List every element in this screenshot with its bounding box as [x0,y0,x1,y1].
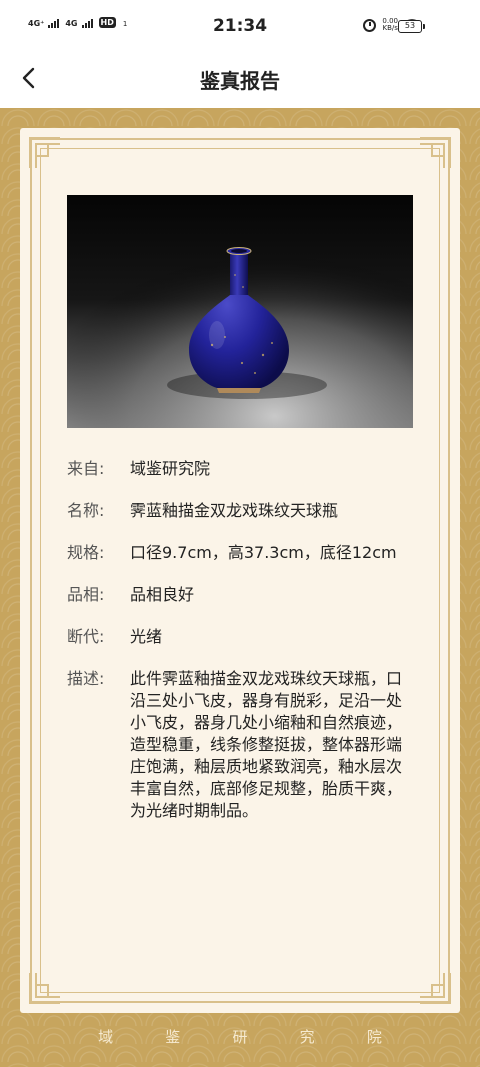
label-spec: 规格: [67,543,105,562]
info-row-condition: 品相: 品相良好 [67,584,417,606]
label-description: 描述: [67,669,105,688]
vase-image [67,195,413,428]
footer-char: 研 [232,1028,248,1046]
certificate-background: 来自: 域鉴研究院 名称: 霁蓝釉描金双龙戏珠纹天球瓶 规格: 口径9.7cm，… [0,108,480,1067]
nav-bar: 鉴真报告 [0,56,480,108]
value-source: 域鉴研究院 [130,459,211,478]
info-row-source: 来自: 域鉴研究院 [67,458,417,480]
corner-ornament-icon [420,973,451,1004]
value-name: 霁蓝釉描金双龙戏珠纹天球瓶 [130,501,339,520]
label-condition: 品相: [67,585,105,604]
footer-char: 域 [98,1028,114,1046]
report-info: 来自: 域鉴研究院 名称: 霁蓝釉描金双龙戏珠纹天球瓶 规格: 口径9.7cm，… [67,458,417,842]
info-row-name: 名称: 霁蓝釉描金双龙戏珠纹天球瓶 [67,500,417,522]
info-row-dating: 断代: 光绪 [67,626,417,648]
footer-char: 院 [366,1028,382,1046]
label-name: 名称: [67,501,105,520]
label-source: 来自: [67,459,105,478]
certificate-card: 来自: 域鉴研究院 名称: 霁蓝釉描金双龙戏珠纹天球瓶 规格: 口径9.7cm，… [20,128,460,1013]
value-spec: 口径9.7cm，高37.3cm，底径12cm [130,543,397,562]
footer-char: 鉴 [165,1028,181,1046]
vase-photo[interactable] [67,195,413,428]
label-dating: 断代: [67,627,105,646]
info-row-spec: 规格: 口径9.7cm，高37.3cm，底径12cm [67,542,417,564]
info-row-description: 描述: 此件霁蓝釉描金双龙戏珠纹天球瓶，口沿三处小飞皮，器身有脱彩，足沿一处小飞… [67,668,417,822]
corner-ornament-icon [29,137,60,168]
status-bar: 4G⁺ 4G HD 1 21:34 0.00 KB/s 53 [0,0,480,56]
net-speed: 0.00 KB/s [382,18,398,32]
net-speed-unit: KB/s [382,24,398,32]
page-title: 鉴真报告 [200,69,280,93]
battery-icon: 53 [398,20,425,33]
footer-char: 究 [299,1028,315,1046]
alarm-icon [363,18,377,32]
value-condition: 品相良好 [130,585,195,604]
footer-brand: 域 鉴 研 究 院 [0,1026,480,1047]
value-description: 此件霁蓝釉描金双龙戏珠纹天球瓶，口沿三处小飞皮，器身有脱彩，足沿一处小飞皮，器身… [130,669,403,820]
value-dating: 光绪 [130,627,163,646]
corner-ornament-icon [29,973,60,1004]
corner-ornament-icon [420,137,451,168]
